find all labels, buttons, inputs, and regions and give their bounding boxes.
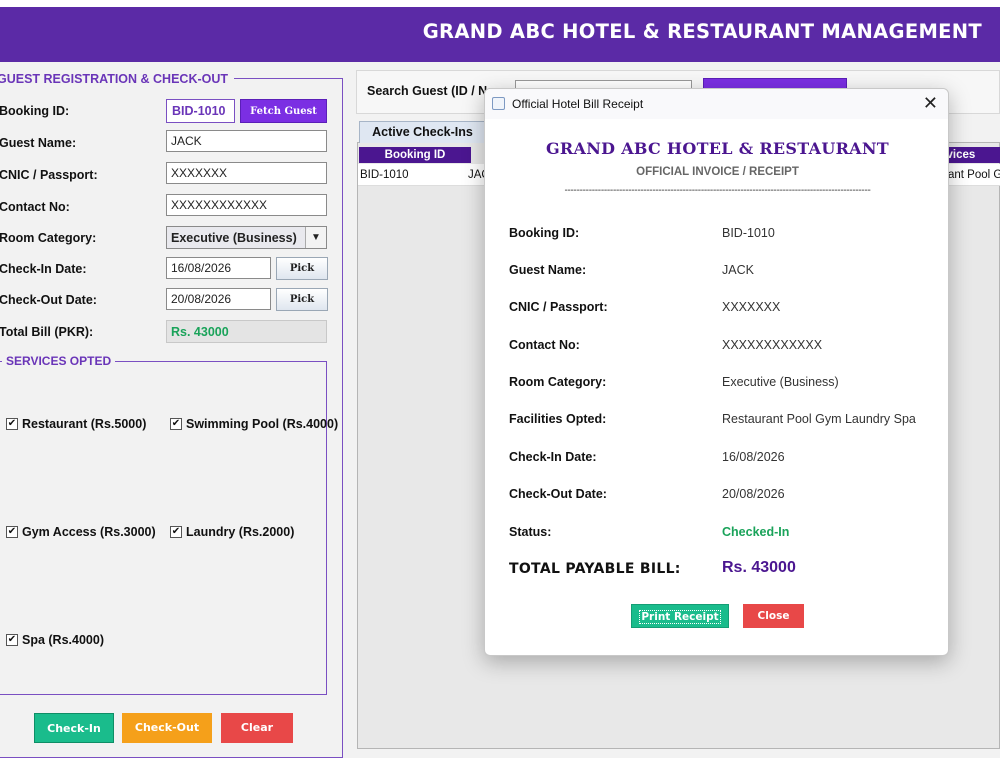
registration-section-title: GUEST REGISTRATION & CHECK-OUT: [0, 72, 235, 86]
checkout-date-label: Check-Out Date:: [0, 293, 97, 307]
receipt-value: Executive (Business): [722, 375, 839, 389]
service-label: Laundry (Rs.2000): [186, 525, 295, 539]
pick-checkin-button[interactable]: Pick: [276, 257, 328, 280]
header-bar: GRAND ABC HOTEL & RESTAURANT MANAGEMENT: [0, 0, 1000, 62]
receipt-value: BID-1010: [722, 226, 775, 240]
pick-checkout-button[interactable]: Pick: [276, 288, 328, 311]
dialog-titlebar: Official Hotel Bill Receipt ✕: [485, 89, 948, 119]
receipt-label: Status:: [509, 525, 552, 539]
receipt-label: Check-In Date:: [509, 450, 597, 464]
service-label: Swimming Pool (Rs.4000): [186, 417, 339, 431]
service-label: Spa (Rs.4000): [22, 633, 104, 647]
checkout-date-field[interactable]: 20/08/2026: [166, 288, 271, 310]
checkbox-checked-icon[interactable]: ✔: [6, 418, 18, 430]
clear-button[interactable]: Clear: [221, 713, 293, 743]
receipt-value: JACK: [722, 263, 754, 277]
room-category-label: Room Category:: [0, 231, 97, 245]
service-pool-checkbox[interactable]: ✔ Swimming Pool (Rs.4000): [170, 417, 338, 431]
services-title: SERVICES OPTED: [2, 354, 116, 368]
receipt-status: Checked-In: [722, 525, 790, 539]
receipt-value: 20/08/2026: [722, 487, 785, 501]
checkbox-checked-icon[interactable]: ✔: [170, 418, 182, 430]
search-label: Search Guest (ID / Nar: [367, 84, 499, 98]
chevron-down-icon[interactable]: ▼: [305, 227, 326, 248]
print-receipt-button[interactable]: Print Receipt: [631, 604, 729, 628]
receipt-dialog: Official Hotel Bill Receipt ✕ GRAND ABC …: [484, 88, 949, 656]
checkbox-checked-icon[interactable]: ✔: [170, 526, 182, 538]
cell-services: ant Pool Gy: [948, 169, 1000, 181]
booking-id-field[interactable]: BID-1010: [166, 99, 235, 123]
receipt-label: Facilities Opted:: [509, 412, 607, 426]
receipt-hotel-name: GRAND ABC HOTEL & RESTAURANT: [545, 139, 890, 158]
close-button[interactable]: Close: [743, 604, 804, 628]
app-title: GRAND ABC HOTEL & RESTAURANT MANAGEMENT: [422, 20, 982, 43]
guest-name-label: Guest Name:: [0, 136, 77, 150]
service-spa-checkbox[interactable]: ✔ Spa (Rs.4000): [6, 633, 104, 647]
room-category-select[interactable]: Executive (Business) ▼: [166, 226, 327, 249]
receipt-label: Check-Out Date:: [509, 487, 607, 501]
receipt-label: Contact No:: [509, 338, 580, 352]
checkin-date-label: Check-In Date:: [0, 262, 87, 276]
total-bill-label: Total Bill (PKR):: [0, 325, 94, 339]
column-header-booking-id[interactable]: Booking ID: [359, 147, 471, 163]
contact-label: Contact No:: [0, 200, 70, 214]
booking-id-label: Booking ID:: [0, 104, 70, 118]
fetch-guest-button[interactable]: Fetch Guest: [240, 99, 327, 123]
checkin-date-field[interactable]: 16/08/2026: [166, 257, 271, 279]
checkbox-checked-icon[interactable]: ✔: [6, 526, 18, 538]
checkbox-checked-icon[interactable]: ✔: [6, 634, 18, 646]
receipt-total-label: TOTAL PAYABLE BILL:: [509, 561, 681, 577]
print-receipt-label: Print Receipt: [639, 610, 721, 624]
cell-booking-id: BID-1010: [360, 169, 409, 181]
receipt-subtitle: OFFICIAL INVOICE / RECEIPT: [636, 166, 799, 178]
tab-active-checkins[interactable]: Active Check-Ins: [359, 121, 486, 143]
cnic-label: CNIC / Passport:: [0, 168, 98, 182]
receipt-value: 16/08/2026: [722, 450, 785, 464]
receipt-label: Guest Name:: [509, 263, 587, 277]
total-bill-field: Rs. 43000: [166, 320, 327, 343]
checkout-button[interactable]: Check-Out: [122, 713, 212, 743]
dialog-title: Official Hotel Bill Receipt: [512, 97, 644, 111]
receipt-total-value: Rs. 43000: [722, 559, 796, 576]
service-label: Restaurant (Rs.5000): [22, 417, 147, 431]
receipt-label: CNIC / Passport:: [509, 300, 608, 314]
contact-field[interactable]: XXXXXXXXXXXX: [166, 194, 327, 216]
close-icon[interactable]: ✕: [923, 93, 938, 114]
java-app-icon: [492, 97, 505, 110]
receipt-value: XXXXXXXXXXXX: [722, 338, 823, 352]
receipt-value: Restaurant Pool Gym Laundry Spa: [722, 412, 916, 426]
receipt-value: XXXXXXX: [722, 300, 781, 314]
service-laundry-checkbox[interactable]: ✔ Laundry (Rs.2000): [170, 525, 294, 539]
receipt-label: Booking ID:: [509, 226, 580, 240]
service-restaurant-checkbox[interactable]: ✔ Restaurant (Rs.5000): [6, 417, 146, 431]
receipt-divider: ----------------------------------------…: [564, 185, 871, 196]
cnic-field[interactable]: XXXXXXX: [166, 162, 327, 184]
checkin-button[interactable]: Check-In: [34, 713, 114, 743]
room-category-value: Executive (Business): [171, 231, 297, 245]
service-gym-checkbox[interactable]: ✔ Gym Access (Rs.3000): [6, 525, 156, 539]
guest-name-field[interactable]: JACK: [166, 130, 327, 152]
receipt-label: Room Category:: [509, 375, 607, 389]
service-label: Gym Access (Rs.3000): [22, 525, 156, 539]
